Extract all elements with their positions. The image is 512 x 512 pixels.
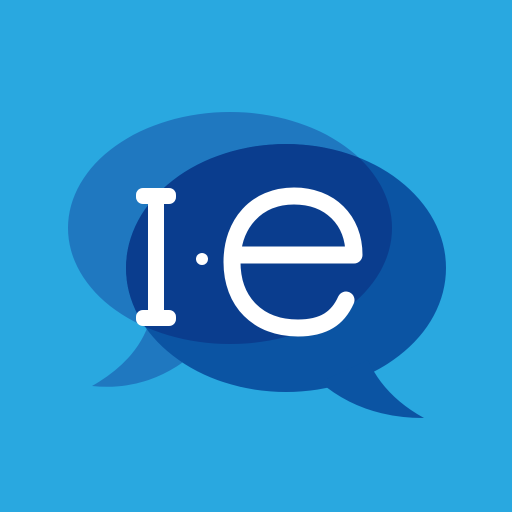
letter-i-stem: [148, 188, 164, 326]
chat-bubbles-logo-icon: [0, 0, 512, 512]
letter-i-bottom-serif: [136, 310, 176, 326]
middle-dot: [196, 253, 208, 265]
app-icon: [0, 0, 512, 512]
